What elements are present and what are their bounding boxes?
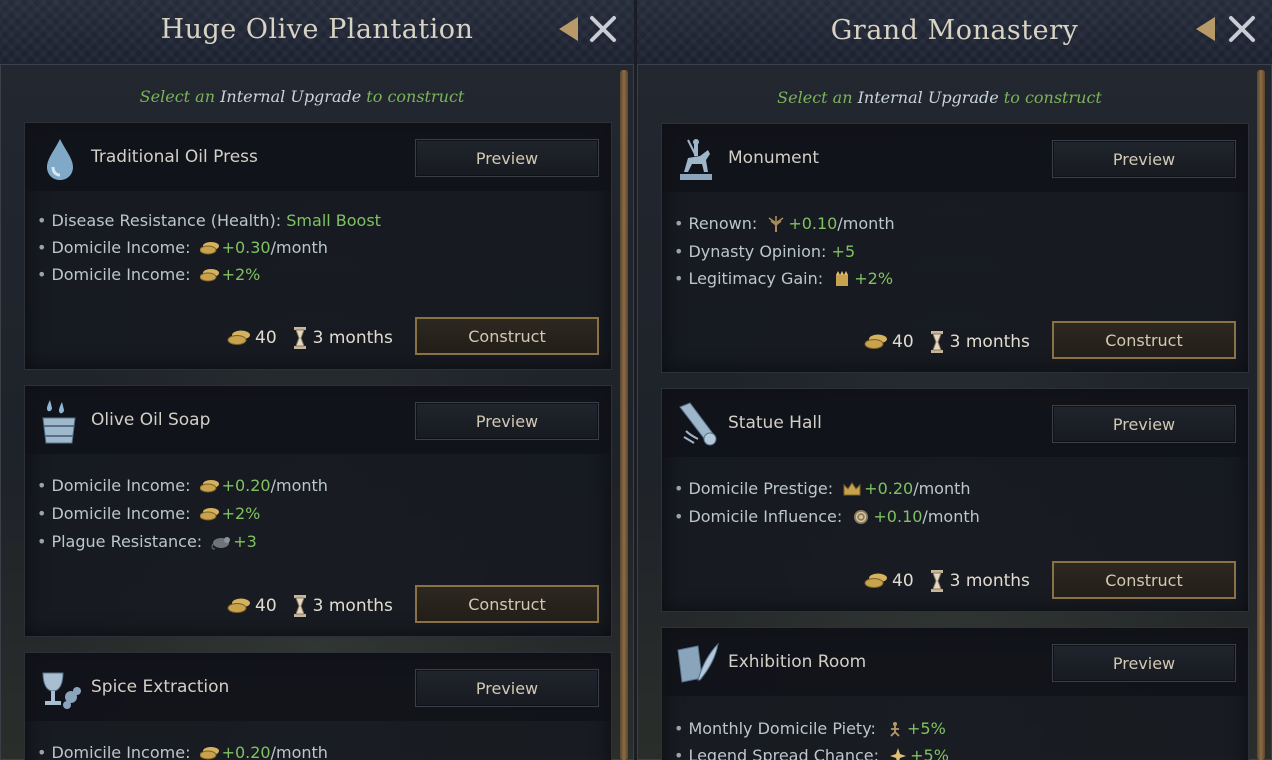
gold-coins-icon	[199, 242, 219, 255]
effect-item: • Dynasty Opinion: +5	[674, 242, 856, 261]
influence-icon	[854, 510, 869, 524]
gold-coins-icon	[199, 269, 219, 282]
gold-cost: 40	[255, 328, 277, 348]
water-drop-icon	[47, 139, 73, 180]
scrollbar[interactable]	[620, 70, 628, 760]
effect-list: • Domicile Prestige: +0.20/month • Domicil…	[674, 475, 1236, 531]
effect-item: • Domicile Income: +2%	[37, 265, 261, 284]
back-arrow-icon[interactable]	[1193, 14, 1219, 44]
card-title: Statue Hall	[728, 413, 822, 433]
effect-item: • Monthly Domicile Piety: +5%	[674, 719, 946, 738]
effect-item: • Plague Resistance: +3	[37, 532, 257, 551]
equestrian-statue-icon	[680, 139, 712, 180]
construct-button[interactable]: Construct	[415, 585, 599, 623]
effect-list: • Renown: +0.10/month • Dynasty Opinion: +…	[674, 210, 1236, 292]
plague-rat-icon	[211, 537, 231, 550]
upgrade-card-traditional-oil-press: Traditional Oil Press Preview • Disease R…	[24, 122, 612, 370]
gold-cost: 40	[892, 571, 914, 591]
cost-row: 40 3 months	[227, 595, 393, 617]
gold-coins-icon	[227, 330, 250, 345]
card-title: Spice Extraction	[91, 677, 230, 697]
effect-item: • Domicile Income: +2%	[37, 504, 261, 523]
hourglass-icon	[930, 570, 943, 592]
star-icon	[890, 748, 907, 760]
hourglass-icon	[293, 595, 306, 617]
effect-item: • Domicile Income: +0.20/month	[37, 476, 328, 495]
gold-cost: 40	[255, 596, 277, 616]
build-time: 3 months	[949, 332, 1030, 352]
gold-coins-icon	[864, 573, 887, 588]
upgrade-card-olive-oil-soap: Olive Oil Soap Preview • Domicile Income:…	[24, 385, 612, 637]
upgrade-card-statue-hall: Statue Hall Preview • Domicile Prestige: …	[661, 388, 1249, 612]
card-title: Monument	[728, 148, 820, 168]
construct-button[interactable]: Construct	[415, 317, 599, 355]
close-icon[interactable]	[1227, 14, 1257, 44]
chalice-icon	[42, 672, 81, 709]
effect-item: • Domicile Prestige: +0.20/month	[674, 479, 971, 498]
effect-list: • Disease Resistance (Health): Small Boos…	[37, 207, 599, 288]
instruction-text: Select an Internal Upgrade to construct	[139, 87, 465, 106]
preview-button[interactable]: Preview	[415, 669, 599, 707]
panel-title: Huge Olive Plantation	[160, 14, 474, 45]
piety-icon	[890, 722, 900, 737]
upgrade-card-exhibition-room: Exhibition Room Preview • Monthly Domicil…	[661, 627, 1249, 760]
crown-icon	[843, 482, 861, 496]
left-panel: Huge Olive Plantation Select an Internal…	[0, 0, 634, 760]
effect-item: • Legitimacy Gain: +2%	[674, 269, 894, 288]
cost-row: 40 3 months	[864, 331, 1030, 353]
gold-coins-icon	[227, 598, 250, 613]
panel-header: Huge Olive Plantation	[0, 0, 634, 65]
bucket-icon	[42, 400, 76, 444]
build-time: 3 months	[949, 571, 1030, 591]
renown-tree-icon	[768, 216, 784, 232]
close-icon[interactable]	[588, 14, 618, 44]
hourglass-icon	[930, 331, 943, 353]
cost-row: 40 3 months	[864, 570, 1030, 592]
hourglass-icon	[293, 327, 306, 349]
gold-coins-icon	[199, 508, 219, 521]
card-title: Traditional Oil Press	[91, 147, 258, 167]
instruction-text: Select an Internal Upgrade to construct	[777, 88, 1102, 107]
effect-item: • Domicile Influence: +0.10/month	[674, 507, 980, 526]
effect-item: • Disease Resistance (Health): Small Boos…	[37, 211, 381, 230]
construct-button[interactable]: Construct	[1052, 321, 1236, 359]
effect-item: • Domicile Income: +0.20/month	[37, 743, 328, 760]
gold-coins-icon	[199, 480, 219, 493]
gold-coins-icon	[864, 334, 887, 349]
preview-button[interactable]: Preview	[1052, 644, 1236, 682]
right-panel: Grand Monastery Select an Internal Upgra…	[637, 0, 1272, 760]
scroll-icon	[679, 402, 717, 446]
legitimacy-icon	[836, 271, 849, 286]
construct-button[interactable]: Construct	[1052, 561, 1236, 599]
panel-title: Grand Monastery	[830, 15, 1079, 46]
gold-coins-icon	[199, 747, 219, 760]
build-time: 3 months	[312, 328, 393, 348]
cost-row: 40 3 months	[227, 327, 393, 349]
preview-button[interactable]: Preview	[1052, 140, 1236, 178]
upgrade-card-monument: Monument Preview • Renown: +0.10/month • D…	[661, 123, 1249, 373]
book-quill-icon	[677, 642, 719, 683]
build-time: 3 months	[312, 596, 393, 616]
preview-button[interactable]: Preview	[415, 402, 599, 440]
card-title: Olive Oil Soap	[91, 410, 211, 430]
upgrade-card-spice-extraction: Spice Extraction Preview • Domicile Incom…	[24, 652, 612, 760]
back-arrow-icon[interactable]	[556, 14, 582, 44]
panel-header: Grand Monastery	[637, 0, 1272, 65]
card-title: Exhibition Room	[728, 652, 867, 672]
effect-item: • Legend Spread Chance: +5%	[674, 742, 1236, 760]
effect-list: • Domicile Income: +0.20/month	[37, 739, 599, 760]
preview-button[interactable]: Preview	[1052, 405, 1236, 443]
effect-item: • Renown: +0.10/month	[674, 214, 895, 233]
preview-button[interactable]: Preview	[415, 139, 599, 177]
scrollbar[interactable]	[1257, 70, 1265, 760]
effect-list: • Monthly Domicile Piety: +5% • Legend Spr…	[674, 715, 1236, 760]
effect-item: • Domicile Income: +0.30/month	[37, 238, 328, 257]
gold-cost: 40	[892, 332, 914, 352]
effect-list: • Domicile Income: +0.20/month • Domicile …	[37, 472, 599, 556]
